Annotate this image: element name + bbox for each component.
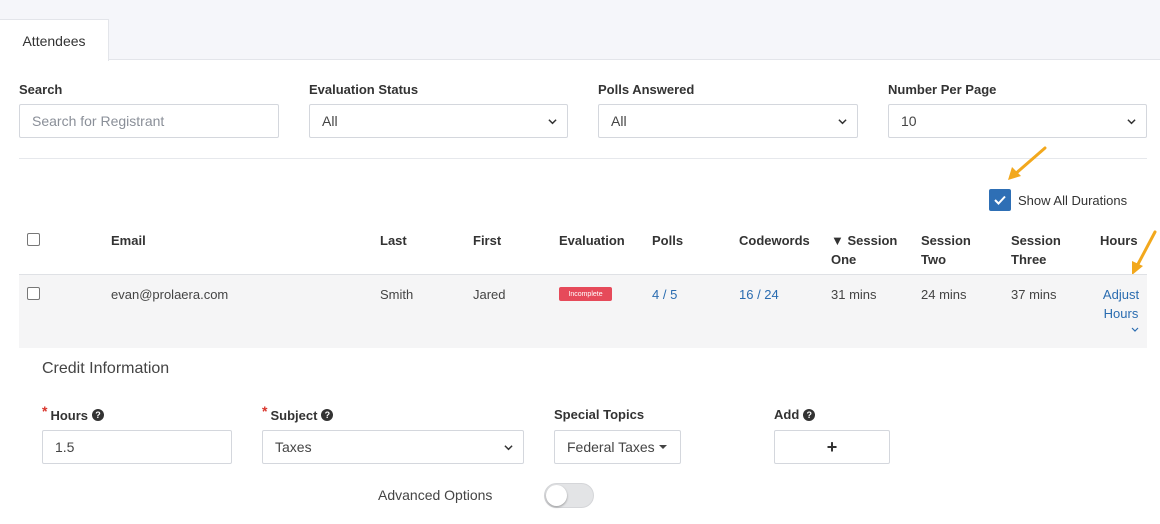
special-topics-label-text: Special Topics (554, 407, 645, 422)
required-asterisk-icon: * (262, 403, 268, 419)
chevron-down-icon (838, 119, 847, 125)
tab-attendees-label: Attendees (22, 32, 86, 49)
row-select-checkbox[interactable] (27, 287, 40, 300)
subject-label: * Subject ? (262, 403, 334, 423)
help-icon[interactable]: ? (321, 409, 334, 421)
help-icon[interactable]: ? (92, 409, 105, 421)
number-per-page-value: 10 (901, 113, 917, 129)
search-label: Search (19, 82, 63, 97)
special-topics-value: Federal Taxes (567, 439, 655, 455)
codewords-link[interactable]: 16 / 24 (739, 285, 779, 304)
evaluation-status-select[interactable]: All (309, 104, 568, 138)
chevron-down-icon (548, 119, 557, 125)
polls-answered-value: All (611, 113, 627, 129)
number-per-page-label: Number Per Page (888, 82, 997, 97)
session-one-header-line1: ▼ Session (831, 233, 898, 248)
column-header-hours[interactable]: Hours (1100, 231, 1138, 250)
credit-information-title: Credit Information (42, 360, 170, 377)
hours-label: * Hours ? (42, 403, 105, 423)
session-three-header-line2: Three (1011, 252, 1047, 267)
evaluation-status-label: Evaluation Status (309, 82, 419, 97)
hours-input[interactable]: 1.5 (42, 430, 232, 464)
column-header-codewords[interactable]: Codewords (739, 231, 810, 250)
arrow-annotation-icon (1008, 146, 1047, 180)
row-email: evan@prolaera.com (111, 287, 229, 302)
row-session-two: 24 mins (921, 287, 967, 302)
column-header-session-one[interactable]: ▼ Session One (831, 231, 897, 269)
polls-answered-select[interactable]: All (598, 104, 858, 138)
column-header-session-two[interactable]: Session Two (921, 231, 971, 269)
evaluation-status-badge: Incomplete (559, 287, 612, 301)
column-header-evaluation[interactable]: Evaluation (559, 231, 625, 250)
polls-link[interactable]: 4 / 5 (652, 285, 677, 304)
add-credit-button[interactable]: + (774, 430, 890, 464)
plus-icon: + (826, 436, 838, 457)
caret-down-icon (658, 445, 667, 449)
advanced-options-label: Advanced Options (378, 487, 493, 503)
row-first-name: Jared (473, 287, 506, 302)
hours-label-text: Hours (50, 407, 89, 423)
hours-value: 1.5 (55, 439, 75, 455)
number-per-page-select[interactable]: 10 (888, 104, 1147, 138)
toggle-knob (546, 485, 567, 506)
evaluation-status-value: All (322, 113, 338, 129)
session-one-header-line2: One (831, 252, 857, 267)
session-two-header-line1: Session (921, 233, 971, 248)
show-all-durations-label: Show All Durations (1018, 193, 1128, 208)
adjust-hours-link[interactable]: Adjust Hours (1100, 285, 1142, 323)
check-icon (994, 195, 1006, 205)
column-header-session-three[interactable]: Session Three (1011, 231, 1061, 269)
search-placeholder: Search for Registrant (32, 113, 165, 129)
row-session-three: 37 mins (1011, 287, 1057, 302)
chevron-down-icon (504, 445, 513, 451)
show-all-durations-checkbox[interactable] (989, 189, 1011, 211)
chevron-down-icon[interactable] (1131, 327, 1139, 333)
required-asterisk-icon: * (42, 403, 48, 419)
adjust-hours-line1: Adjust (1102, 287, 1140, 302)
special-topics-label: Special Topics (554, 407, 644, 422)
add-label-text: Add (774, 407, 800, 422)
tab-bar: Attendees (0, 0, 1160, 61)
help-icon[interactable]: ? (803, 408, 816, 421)
column-header-first[interactable]: First (473, 231, 501, 250)
tab-attendees[interactable]: Attendees (0, 19, 109, 61)
subject-select[interactable]: Taxes (262, 430, 524, 464)
polls-answered-label: Polls Answered (598, 82, 695, 97)
session-three-header-line1: Session (1011, 233, 1061, 248)
column-header-polls[interactable]: Polls (652, 231, 683, 250)
search-input[interactable]: Search for Registrant (19, 104, 279, 138)
row-session-one: 31 mins (831, 287, 877, 302)
special-topics-dropdown[interactable]: Federal Taxes (554, 430, 681, 464)
row-last-name: Smith (380, 287, 414, 302)
column-header-last[interactable]: Last (380, 231, 407, 250)
advanced-options-toggle[interactable] (544, 483, 594, 508)
subject-label-text: Subject (270, 407, 318, 423)
add-label: Add ? (774, 407, 816, 422)
chevron-down-icon (1127, 119, 1136, 125)
adjust-hours-line2: Hours (1103, 306, 1139, 321)
select-all-checkbox[interactable] (27, 233, 40, 246)
column-header-email[interactable]: Email (111, 231, 146, 250)
filters-divider (19, 158, 1147, 159)
session-two-header-line2: Two (921, 252, 947, 267)
subject-value: Taxes (275, 439, 312, 455)
